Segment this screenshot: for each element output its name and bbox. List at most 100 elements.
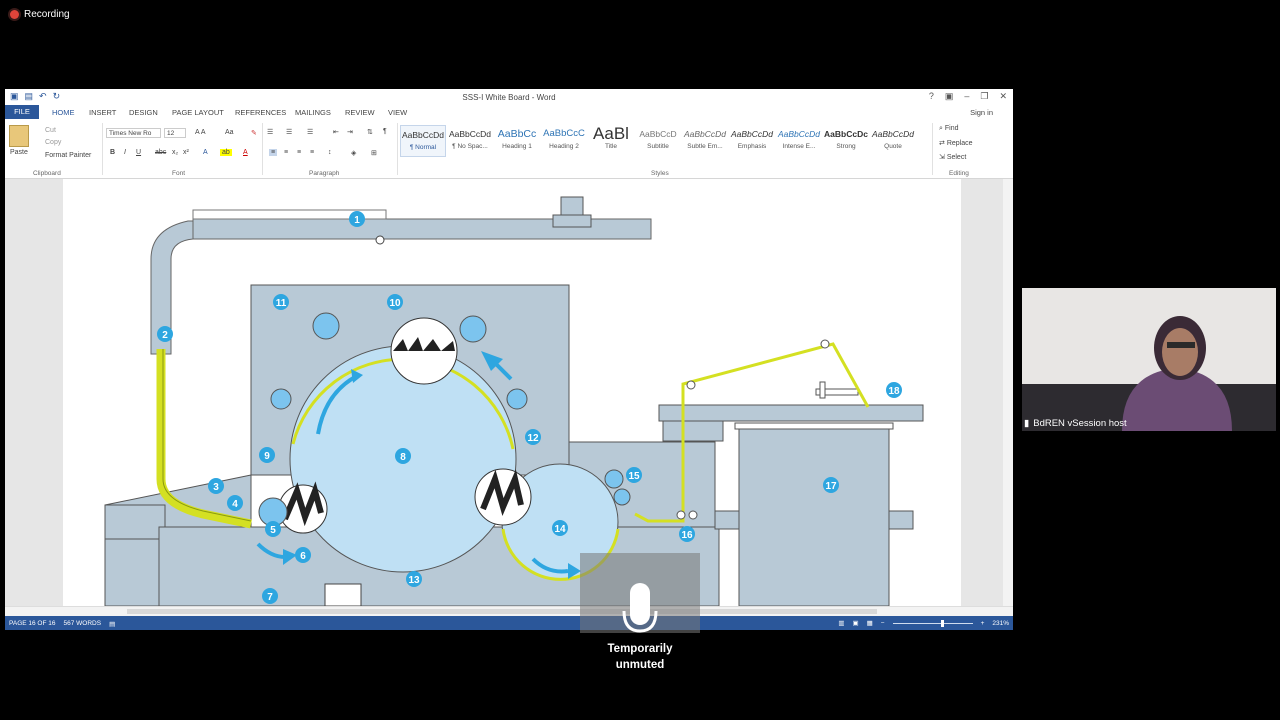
close-icon[interactable]: ✕	[999, 91, 1007, 102]
subscript-icon[interactable]: x₂	[172, 149, 178, 156]
recording-label: Recording	[24, 9, 70, 20]
paste-icon[interactable]	[9, 125, 29, 147]
style-quote[interactable]: AaBbCcDd Quote	[870, 125, 916, 157]
page-count[interactable]: PAGE 16 OF 16	[9, 620, 55, 628]
style-title[interactable]: AaBl Title	[588, 125, 634, 157]
text-effects-icon[interactable]: A	[203, 149, 208, 156]
strikethrough-icon[interactable]: abc	[155, 149, 166, 156]
zoom-in-icon[interactable]: +	[981, 620, 985, 627]
document-area[interactable]: 1 2 3 4 5 6 7 8 9 10 11 12 13 14 15 16 1	[5, 179, 1013, 607]
grow-font-icon[interactable]: A A	[195, 129, 206, 136]
ribbon-tabs: FILE HOME INSERT DESIGN PAGE LAYOUT REFE…	[5, 105, 1013, 119]
diagram-label: 9	[264, 451, 270, 462]
sort-icon[interactable]: ⇅	[367, 128, 373, 136]
copy-button[interactable]: Copy	[45, 139, 61, 146]
diagram-label: 11	[276, 298, 287, 309]
italic-icon[interactable]: I	[124, 149, 126, 156]
increase-indent-icon[interactable]: ⇥	[347, 128, 353, 136]
sign-in-link[interactable]: Sign in	[970, 108, 993, 117]
superscript-icon[interactable]: x²	[183, 149, 189, 156]
style-normal[interactable]: AaBbCcDd ¶ Normal	[400, 125, 446, 157]
borders-icon[interactable]: ⊞	[371, 149, 377, 157]
style-strong[interactable]: AaBbCcDc Strong	[823, 125, 869, 157]
tab-mailings[interactable]: MAILINGS	[295, 108, 331, 117]
tab-home[interactable]: HOME	[52, 108, 75, 117]
ribbon: Paste Cut Copy Format Painter Clipboard …	[5, 119, 1013, 179]
proofing-icon[interactable]: ▤	[109, 620, 115, 628]
style-subtitle[interactable]: AaBbCcD Subtitle	[635, 125, 681, 157]
title-bar: ▣ ▤ ↶ ↻ SSS-I White Board - Word ? ▣ – ❐…	[5, 89, 1013, 105]
horizontal-scrollbar[interactable]	[5, 606, 1013, 616]
highlight-icon[interactable]: ab	[220, 149, 232, 156]
underline-icon[interactable]: U	[136, 149, 141, 156]
find-button[interactable]: ⌕ Find	[939, 125, 959, 133]
numbering-icon[interactable]: ☰	[286, 128, 292, 136]
style-no-spacing[interactable]: AaBbCcDd ¶ No Spac...	[447, 125, 493, 157]
zoom-slider-knob[interactable]	[940, 619, 944, 627]
restore-icon[interactable]: ❐	[980, 91, 988, 102]
read-mode-icon[interactable]: ▥	[838, 619, 844, 627]
decrease-indent-icon[interactable]: ⇤	[333, 128, 339, 136]
style-intense-emphasis[interactable]: AaBbCcDd Intense E...	[776, 125, 822, 157]
zoom-slider[interactable]	[892, 619, 973, 627]
format-painter-button[interactable]: Format Painter	[45, 152, 91, 159]
font-size-box[interactable]: 12	[164, 128, 186, 138]
replace-button[interactable]: ⇄ Replace	[939, 139, 973, 147]
align-center-icon[interactable]: ≡	[284, 149, 288, 156]
tab-insert[interactable]: INSERT	[89, 108, 116, 117]
tab-review[interactable]: REVIEW	[345, 108, 375, 117]
line-spacing-icon[interactable]: ↕	[328, 149, 332, 156]
style-heading-2[interactable]: AaBbCcC Heading 2	[541, 125, 587, 157]
status-bar: PAGE 16 OF 16 567 WORDS ▤ ▥ ▣ ▦ − + 231%	[5, 616, 1013, 630]
zoom-level[interactable]: 231%	[992, 620, 1009, 627]
participant-name: BdREN vSession host	[1033, 418, 1127, 429]
font-color-icon[interactable]: A	[243, 149, 248, 156]
clear-format-icon[interactable]: ✎	[251, 129, 257, 137]
ribbon-separator	[262, 123, 263, 175]
participant-label: ▮ BdREN vSession host	[1024, 418, 1127, 429]
align-right-icon[interactable]: ≡	[297, 149, 301, 156]
justify-icon[interactable]: ≡	[310, 149, 314, 156]
multilevel-list-icon[interactable]: ☰	[307, 128, 313, 136]
font-name-box[interactable]: Times New Ro	[106, 128, 161, 138]
print-layout-icon[interactable]: ▣	[852, 619, 858, 627]
mic-status-overlay: Temporarily unmuted	[580, 553, 700, 673]
shading-icon[interactable]: ◈	[351, 149, 356, 157]
clipboard-group-label: Clipboard	[33, 170, 61, 177]
web-layout-icon[interactable]: ▦	[867, 619, 873, 627]
word-count[interactable]: 567 WORDS	[63, 620, 101, 628]
tab-references[interactable]: REFERENCES	[235, 108, 286, 117]
vertical-scrollbar[interactable]	[1003, 179, 1013, 606]
diagram-label: 16	[681, 530, 693, 541]
mic-overlay-background	[580, 553, 700, 633]
document-page[interactable]: 1 2 3 4 5 6 7 8 9 10 11 12 13 14 15 16 1	[63, 179, 961, 607]
show-marks-icon[interactable]: ¶	[383, 128, 387, 135]
recording-indicator: Recording	[10, 9, 70, 20]
paste-button[interactable]: Paste	[10, 149, 28, 156]
tab-page-layout[interactable]: PAGE LAYOUT	[172, 108, 224, 117]
help-icon[interactable]: ?	[929, 91, 934, 102]
ribbon-display-icon[interactable]: ▣	[945, 91, 954, 102]
diagram-label: 8	[400, 452, 406, 463]
mic-status-label: Temporarily unmuted	[607, 643, 673, 671]
diagram-label: 2	[162, 330, 168, 341]
bullets-icon[interactable]: ☰	[267, 128, 273, 136]
minimize-icon[interactable]: –	[964, 91, 969, 102]
change-case-icon[interactable]: Aa	[225, 129, 234, 136]
style-subtle-emphasis[interactable]: AaBbCcDd Subtle Em...	[682, 125, 728, 157]
bold-icon[interactable]: B	[110, 149, 115, 156]
horizontal-scroll-thumb[interactable]	[127, 609, 877, 614]
align-left-icon[interactable]: ≡	[269, 149, 278, 156]
diagram-label: 18	[888, 386, 900, 397]
style-heading-1[interactable]: AaBbCc Heading 1	[494, 125, 540, 157]
window-title: SSS-I White Board - Word	[462, 93, 556, 102]
tab-view[interactable]: VIEW	[388, 108, 407, 117]
cut-button[interactable]: Cut	[45, 127, 56, 134]
style-emphasis[interactable]: AaBbCcDd Emphasis	[729, 125, 775, 157]
select-button[interactable]: ⇲ Select	[939, 153, 966, 161]
tab-design[interactable]: DESIGN	[129, 108, 158, 117]
diagram-label: 10	[389, 298, 401, 309]
tab-file[interactable]: FILE	[5, 105, 39, 119]
ribbon-separator	[397, 123, 398, 175]
zoom-out-icon[interactable]: −	[881, 620, 885, 627]
